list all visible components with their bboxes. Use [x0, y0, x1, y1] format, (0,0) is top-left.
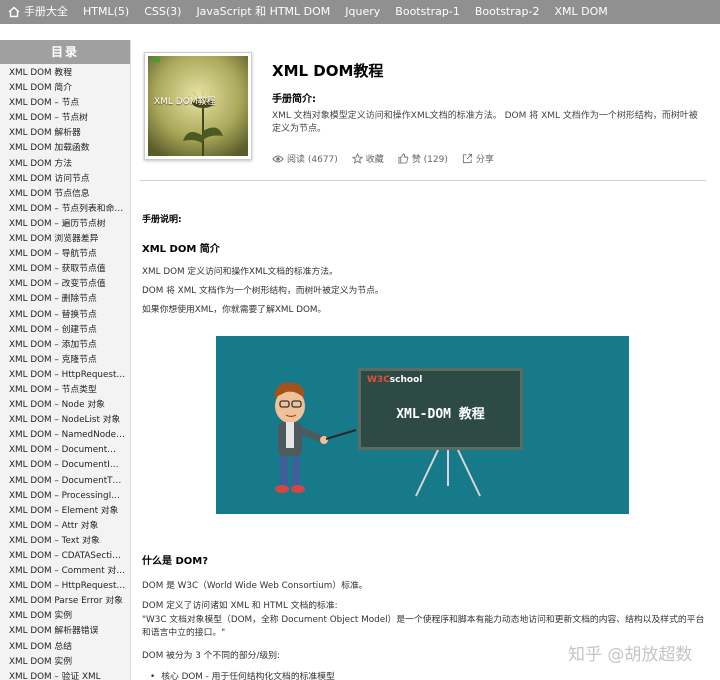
tutorial-banner-image: W3Cschool XML-DOM 教程	[216, 336, 629, 514]
nav-item-bootstrap-2[interactable]: Bootstrap-2	[475, 0, 540, 24]
sidebar-item[interactable]: XML DOM – 验证 XML	[0, 670, 130, 680]
sidebar-list: XML DOM 教程 XML DOM 简介 XML DOM – 节点 XML DOM …	[0, 64, 130, 680]
sidebar-item[interactable]: XML DOM – NamedNode…	[0, 428, 130, 443]
logo-w3c-text: W3C	[367, 375, 390, 385]
sidebar-item[interactable]: XML DOM – 添加节点	[0, 338, 130, 353]
what-is-dom-heading: 什么是 DOM?	[142, 556, 209, 567]
like-count-label: 赞 (129)	[411, 155, 448, 165]
sidebar-item[interactable]: XML DOM – 节点	[0, 96, 130, 111]
cover-title: XML DOM教程	[154, 97, 216, 107]
intro-line: DOM 将 XML 文档作为一个树形结构，而树叶被定义为节点。	[142, 286, 384, 296]
sidebar-item[interactable]: XML DOM – Node 对象	[0, 398, 130, 413]
nav-item-manual-list[interactable]: 手册大全	[8, 0, 68, 24]
nav-item-html5[interactable]: HTML(5)	[83, 0, 129, 24]
sidebar-item[interactable]: XML DOM 实例	[0, 609, 130, 624]
teacher-figure	[274, 382, 357, 493]
zhihu-watermark: 知乎 @胡放超数	[568, 645, 693, 665]
favorite-button[interactable]: 收藏	[351, 152, 384, 165]
sidebar-item[interactable]: XML DOM – 节点类型	[0, 383, 130, 398]
w3cschool-logo: W3Cschool	[367, 375, 422, 385]
sidebar-item[interactable]: XML DOM 实例	[0, 655, 130, 670]
sidebar-item[interactable]: XML DOM 教程	[0, 66, 130, 81]
sidebar-item[interactable]: XML DOM 加载函数	[0, 141, 130, 156]
share-icon	[462, 153, 472, 164]
sidebar-toc: 目录 XML DOM 教程 XML DOM 简介 XML DOM – 节点 XML D…	[0, 40, 131, 680]
sidebar-item[interactable]: XML DOM – 节点列表和命…	[0, 202, 130, 217]
what-line: DOM 定义了访问诸如 XML 和 HTML 文档的标准:	[142, 601, 338, 611]
sidebar-item[interactable]: XML DOM – ProcessingI…	[0, 489, 130, 504]
nav-item-css3[interactable]: CSS(3)	[144, 0, 181, 24]
sidebar-item[interactable]: XML DOM 访问节点	[0, 172, 130, 187]
share-button[interactable]: 分享	[462, 152, 494, 165]
what-line: DOM 是 W3C（World Wide Web Consortium）标准。	[142, 581, 368, 591]
intro-line: XML DOM 定义访问和操作XML文档的标准方法。	[142, 267, 338, 277]
favorite-label: 收藏	[365, 155, 384, 165]
cover-image: XML DOM教程	[148, 56, 248, 156]
sidebar-item[interactable]: XML DOM 解析器	[0, 126, 130, 141]
sidebar-item[interactable]: XML DOM – DocumentI…	[0, 458, 130, 473]
logo-school-text: school	[389, 375, 423, 385]
dom-intro-heading: XML DOM 简介	[142, 244, 220, 255]
sidebar-item[interactable]: XML DOM – HttpRequest…	[0, 579, 130, 594]
w3c-quote: "W3C 文档对象模型（DOM，全称 Document Object Model…	[142, 615, 705, 638]
nav-item-label: 手册大全	[24, 5, 68, 18]
nav-item-jquery[interactable]: Jquery	[345, 0, 380, 24]
read-count-button[interactable]: 阅读 (4677)	[272, 152, 338, 165]
chalkboard-title: XML-DOM 教程	[396, 407, 485, 422]
dom-parts-line: DOM 被分为 3 个不同的部分/级别:	[142, 651, 280, 661]
sidebar-item[interactable]: XML DOM – 创建节点	[0, 323, 130, 338]
book-actions: 阅读 (4677) 收藏 赞 (129) 分享	[272, 152, 508, 165]
sidebar-title: 目录	[0, 40, 130, 64]
sidebar-item[interactable]: XML DOM – Element 对象	[0, 504, 130, 519]
intro-label: 手册简介:	[272, 94, 316, 105]
sidebar-item[interactable]: XML DOM – DocumentT…	[0, 474, 130, 489]
book-title: XML DOM教程	[272, 62, 384, 80]
read-count-label: 阅读 (4677)	[287, 155, 338, 165]
home-icon	[8, 6, 20, 18]
sidebar-item[interactable]: XML DOM – Comment 对…	[0, 564, 130, 579]
sidebar-item[interactable]: XML DOM 方法	[0, 157, 130, 172]
sidebar-item[interactable]: XML DOM – Text 对象	[0, 534, 130, 549]
nav-item-bootstrap-1[interactable]: Bootstrap-1	[395, 0, 460, 24]
share-label: 分享	[475, 155, 494, 165]
thumbs-up-icon	[398, 153, 409, 164]
sidebar-item[interactable]: XML DOM 浏览器差异	[0, 232, 130, 247]
nav-item-xml-dom[interactable]: XML DOM	[554, 0, 607, 24]
sidebar-item[interactable]: XML DOM – 替换节点	[0, 308, 130, 323]
sidebar-item[interactable]: XML DOM – 改变节点值	[0, 277, 130, 292]
intro-line: 如果你想使用XML，你就需要了解XML DOM。	[142, 305, 327, 315]
main-content: XML DOM教程 XML DOM教程 手册简介: XML 文档对象模型定义访问…	[140, 40, 714, 680]
sidebar-item[interactable]: XML DOM 节点信息	[0, 187, 130, 202]
section-divider	[140, 180, 706, 181]
sidebar-item[interactable]: XML DOM Parse Error 对象	[0, 594, 130, 609]
star-icon	[351, 153, 363, 164]
sidebar-item[interactable]: XML DOM – 遍历节点树	[0, 217, 130, 232]
nav-item-javascript-dom[interactable]: JavaScript 和 HTML DOM	[196, 0, 330, 24]
book-cover[interactable]: XML DOM教程	[144, 52, 252, 160]
bullet-core-dom: 核心 DOM - 用于任何结构化文档的标准模型	[150, 669, 335, 680]
sidebar-item[interactable]: XML DOM – NodeList 对象	[0, 413, 130, 428]
sidebar-item[interactable]: XML DOM – Document…	[0, 443, 130, 458]
sidebar-item[interactable]: XML DOM – Attr 对象	[0, 519, 130, 534]
manual-heading: 手册说明:	[142, 215, 182, 225]
sidebar-item[interactable]: XML DOM – 克隆节点	[0, 353, 130, 368]
sidebar-item[interactable]: XML DOM 总结	[0, 640, 130, 655]
sidebar-item[interactable]: XML DOM 解析器错误	[0, 624, 130, 639]
sidebar-item[interactable]: XML DOM – 导航节点	[0, 247, 130, 262]
eye-icon	[272, 155, 284, 162]
sidebar-item[interactable]: XML DOM 简介	[0, 81, 130, 96]
intro-text: XML 文档对象模型定义访问和操作XML文档的标准方法。 DOM 将 XML 文…	[272, 111, 698, 134]
sidebar-item[interactable]: XML DOM – HttpRequest…	[0, 368, 130, 383]
sidebar-item[interactable]: XML DOM – CDATASecti…	[0, 549, 130, 564]
top-navigation-bar: 手册大全 HTML(5) CSS(3) JavaScript 和 HTML DO…	[0, 0, 720, 24]
sidebar-item[interactable]: XML DOM – 删除节点	[0, 292, 130, 307]
sidebar-item[interactable]: XML DOM – 获取节点值	[0, 262, 130, 277]
sidebar-item[interactable]: XML DOM – 节点树	[0, 111, 130, 126]
like-button[interactable]: 赞 (129)	[398, 152, 448, 165]
chalkboard: W3Cschool XML-DOM 教程	[358, 368, 523, 450]
